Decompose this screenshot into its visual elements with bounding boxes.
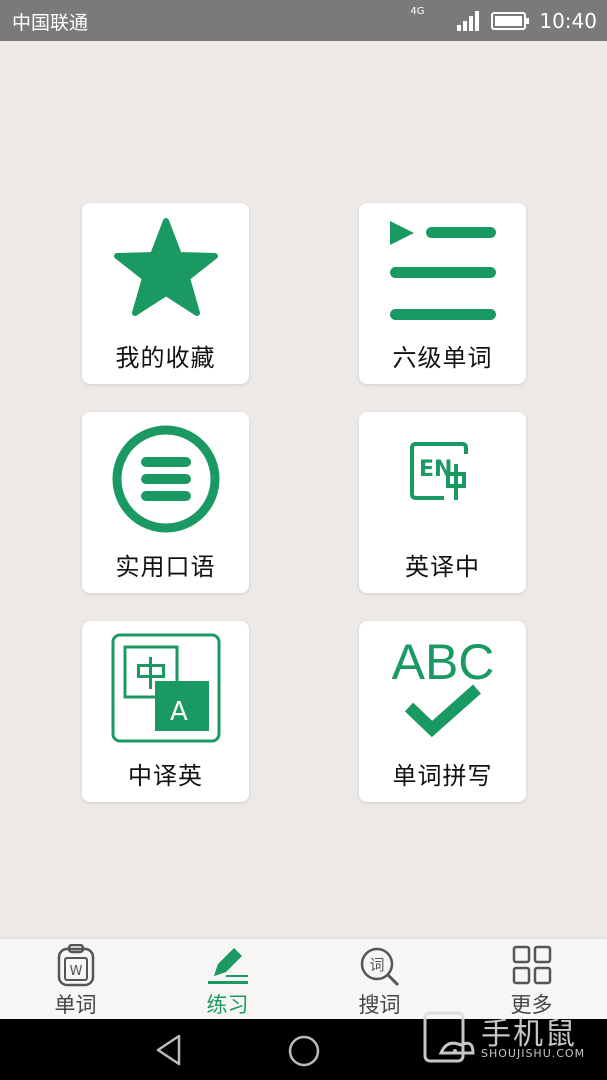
- battery-icon: [491, 12, 530, 30]
- en-to-zh-icon: EN: [409, 442, 468, 500]
- abc-check-icon: ABC: [391, 634, 494, 738]
- clock: 10:40: [539, 9, 597, 33]
- search-word-icon: 词: [360, 947, 399, 987]
- svg-text:ABC: ABC: [391, 634, 494, 690]
- network-type: 4G: [410, 6, 425, 17]
- spoken-english-card[interactable]: 实用口语: [82, 412, 249, 593]
- svg-text:词: 词: [369, 956, 384, 974]
- tab-practice[interactable]: 练习: [152, 939, 303, 1020]
- tab-words[interactable]: W 单词: [0, 939, 151, 1020]
- site-watermark: 手机鼠 SHOUJISHU.COM: [419, 1007, 589, 1067]
- circle-menu-icon: [112, 425, 219, 533]
- card-label: 单词拼写: [392, 762, 493, 790]
- spelling-card[interactable]: ABC 单词拼写: [359, 621, 526, 802]
- home-icon[interactable]: [286, 1033, 322, 1069]
- tab-label: 单词: [54, 993, 97, 1017]
- playlist-icon: [389, 221, 496, 320]
- svg-text:W: W: [69, 964, 82, 979]
- status-icons: 4G 10:40: [410, 6, 597, 36]
- zh-to-en-card[interactable]: A 中译英: [82, 621, 249, 802]
- pencil-icon: [207, 948, 248, 984]
- card-label: 英译中: [405, 553, 480, 581]
- practice-grid: 我的收藏 六级单词 实用口语 EN 英译中 A 中译英 ABC 单词拼写: [0, 41, 607, 938]
- en-to-zh-card[interactable]: EN 英译中: [359, 412, 526, 593]
- word-book-icon: W: [57, 944, 94, 987]
- svg-text:A: A: [170, 697, 188, 727]
- card-label: 实用口语: [115, 553, 216, 581]
- tab-label: 练习: [206, 993, 249, 1017]
- card-label: 我的收藏: [115, 344, 216, 372]
- status-bar: 中国联通 4G 10:40: [0, 0, 607, 41]
- zh-to-en-icon: A: [111, 633, 220, 743]
- watermark-subtitle: SHOUJISHU.COM: [481, 1047, 586, 1060]
- cet6-words-card[interactable]: 六级单词: [359, 203, 526, 384]
- star-icon: [113, 218, 218, 316]
- grid-icon: [512, 945, 551, 985]
- back-icon[interactable]: [153, 1033, 185, 1067]
- card-label: 中译英: [128, 762, 203, 790]
- card-label: 六级单词: [392, 344, 493, 372]
- watermark-logo-icon: [423, 1011, 475, 1063]
- favorites-card[interactable]: 我的收藏: [82, 203, 249, 384]
- signal-icon: [457, 11, 480, 31]
- carrier-name: 中国联通: [12, 12, 89, 34]
